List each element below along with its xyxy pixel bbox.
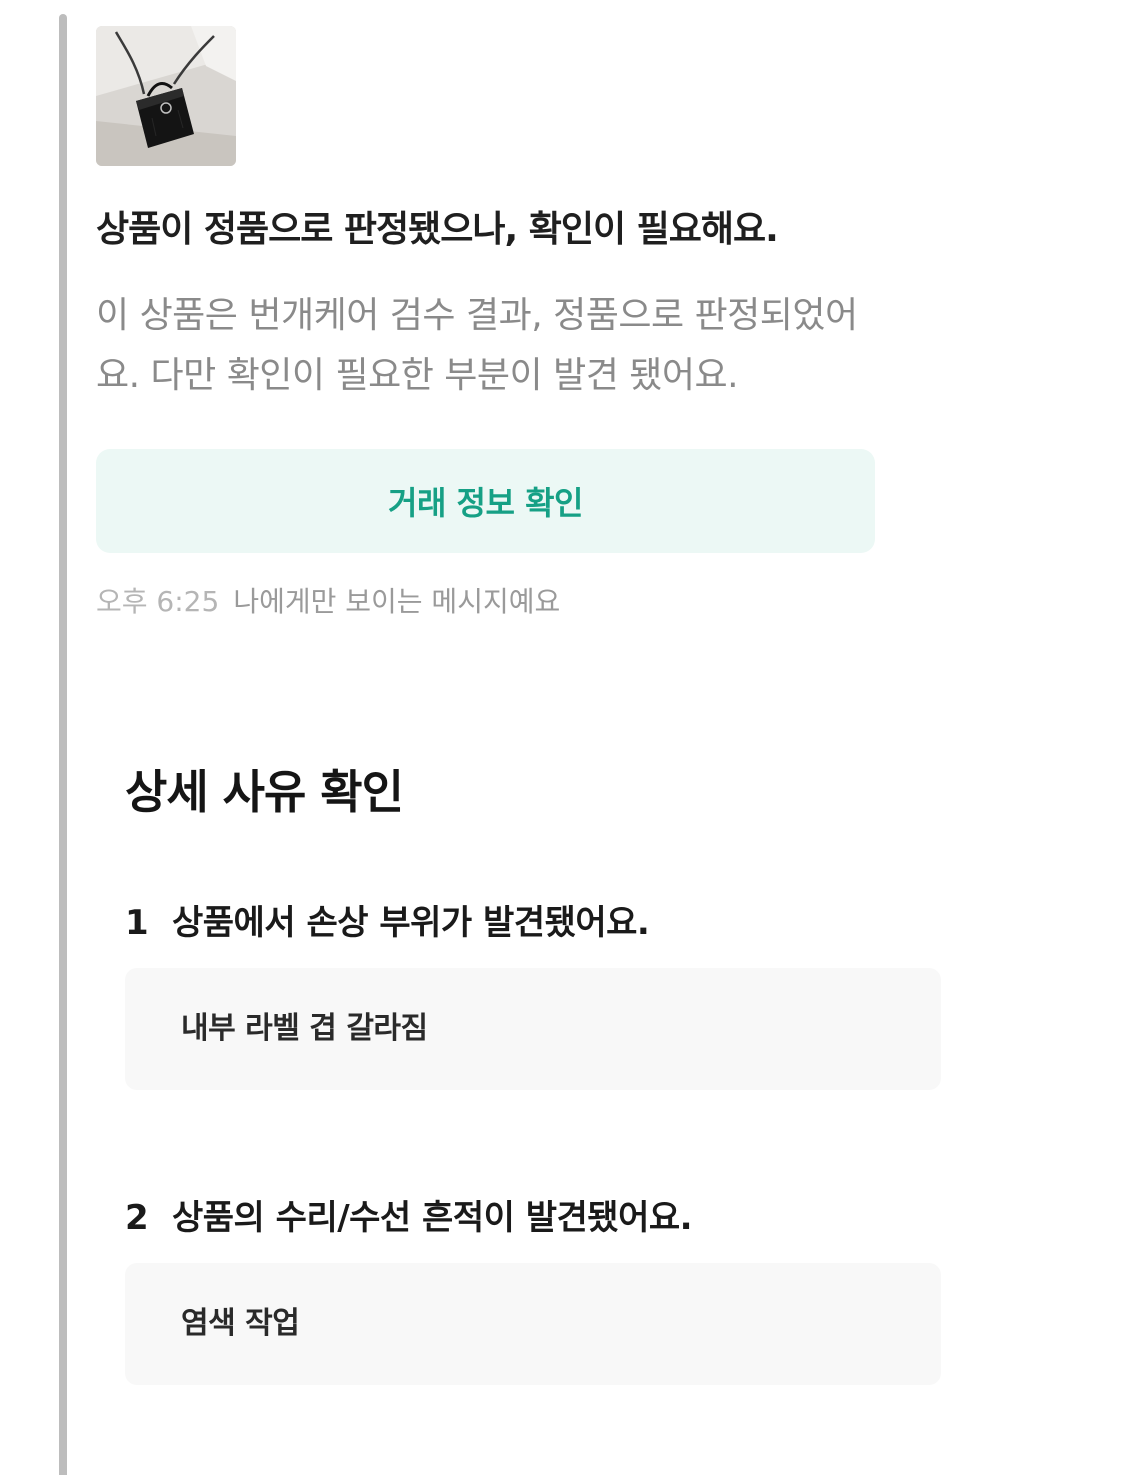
reason-heading: 1 상품에서 손상 부위가 발견됐어요.: [125, 895, 650, 944]
reason-heading-text: 상품의 수리/수선 흔적이 발견됐어요.: [172, 1198, 693, 1238]
visibility-note: 나에게만 보이는 메시지예요: [233, 585, 561, 618]
reason-detail-text: 내부 라벨 겹 갈라짐: [181, 1011, 428, 1046]
reason-detail-box: 내부 라벨 겹 갈라짐: [125, 968, 941, 1090]
message-body: 이 상품은 번개케어 검수 결과, 정품으로 판정되었어요. 다만 확인이 필요…: [96, 295, 858, 396]
product-thumbnail[interactable]: [96, 26, 236, 166]
reason-heading-text: 상품에서 손상 부위가 발견됐어요.: [172, 903, 650, 943]
reason-detail-box: 염색 작업: [125, 1263, 941, 1385]
view-transaction-info-button[interactable]: 거래 정보 확인: [96, 449, 875, 553]
message-title: 상품이 정품으로 판정됐으나, 확인이 필요해요.: [96, 209, 779, 250]
reason-number: 1: [125, 903, 149, 943]
reason-number: 2: [125, 1198, 149, 1238]
reason-detail-text: 염색 작업: [181, 1306, 300, 1341]
reason-heading: 2 상품의 수리/수선 흔적이 발견됐어요.: [125, 1190, 693, 1239]
handbag-photo: [96, 26, 236, 166]
message-meta: 오후 6:25 나에게만 보이는 메시지예요: [96, 580, 560, 620]
message-time: 오후 6:25: [96, 585, 220, 618]
message-thread-rail: [59, 14, 67, 1475]
detail-reasons-title: 상세 사유 확인: [125, 765, 404, 819]
